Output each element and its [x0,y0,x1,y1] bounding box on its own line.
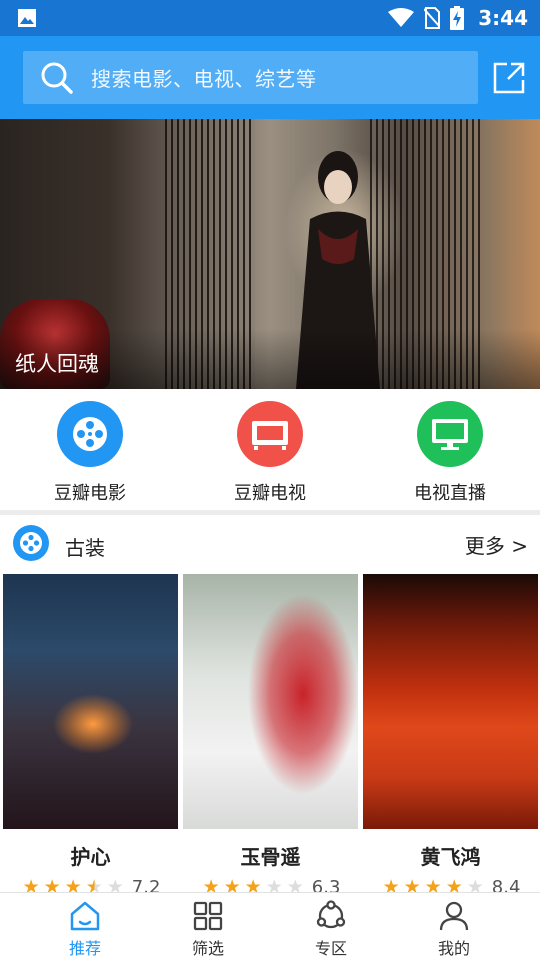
movie-poster[interactable] [183,574,358,829]
movie-poster[interactable] [363,574,538,829]
movie-grid: 护心 ★ ★ ★ ★ ★ 7.2 玉骨遥 ★ ★ ★ ★ ★ 6.3 黄飞鸿 ★ ★ ★ ★ ★ 8.4 [0,574,540,898]
section-header: 古装 更多 > [0,515,540,573]
movie-card[interactable]: 黄飞鸿 ★ ★ ★ ★ ★ 8.4 [363,574,538,898]
circles-icon [316,900,346,929]
category-douban-tv[interactable]: 豆瓣电视 [210,401,330,505]
category-row: 豆瓣电影 豆瓣电视 电视直播 [0,389,540,510]
tv-screen-icon [237,401,303,467]
nav-mine[interactable]: 我的 [404,899,504,959]
home-icon [70,901,100,931]
bottom-navigation: 推荐 筛选 专区 我的 [0,892,540,960]
nav-recommend[interactable]: 推荐 [35,899,135,959]
category-tv-live[interactable]: 电视直播 [390,401,510,505]
nav-filter[interactable]: 筛选 [158,899,258,959]
share-external-icon[interactable] [492,61,526,95]
clock: 3:44 [478,6,528,30]
movie-title: 护心 [70,845,111,869]
search-placeholder: 搜索电影、电视、综艺等 [91,67,317,91]
movie-poster[interactable] [3,574,178,829]
nav-label: 筛选 [191,939,224,958]
banner-caption: 纸人回魂 [15,352,99,376]
search-header: 搜索电影、电视、综艺等 [0,36,540,119]
movie-title: 玉骨遥 [240,845,301,869]
grid-icon [193,901,223,931]
movie-card[interactable]: 护心 ★ ★ ★ ★ ★ 7.2 [3,574,178,898]
wifi-icon [388,8,415,27]
category-label: 豆瓣电影 [54,483,126,504]
film-reel-icon [57,401,123,467]
nav-label: 专区 [314,939,347,958]
status-bar: 3:44 [0,0,540,36]
section-title: 古装 [65,536,105,560]
search-input[interactable]: 搜索电影、电视、综艺等 [23,51,478,104]
nav-label: 我的 [437,939,470,958]
image-notification-icon [18,9,36,27]
monitor-icon [417,401,483,467]
category-douban-movie[interactable]: 豆瓣电影 [30,401,150,505]
movie-card[interactable]: 玉骨遥 ★ ★ ★ ★ ★ 6.3 [183,574,358,898]
movie-title: 黄飞鸿 [420,845,481,869]
no-sim-icon [424,7,441,29]
film-reel-icon [13,525,49,561]
nav-zone[interactable]: 专区 [281,899,381,959]
more-link[interactable]: 更多 > [465,530,528,559]
featured-banner[interactable]: 纸人回魂 [0,119,540,389]
search-icon [41,62,73,94]
category-label: 电视直播 [414,483,486,504]
nav-label: 推荐 [68,939,101,958]
category-label: 豆瓣电视 [234,483,306,504]
person-icon [439,901,469,931]
battery-charging-icon [450,6,465,30]
